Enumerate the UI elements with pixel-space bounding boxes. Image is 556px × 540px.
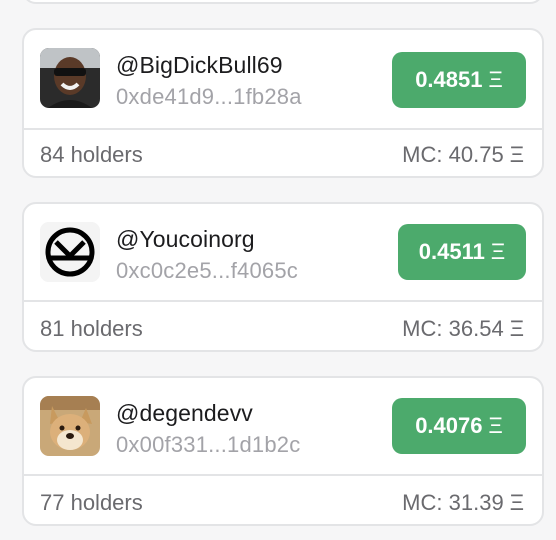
token-address[interactable]: 0xc0c2e5...f4065c bbox=[116, 258, 298, 284]
card-divider bbox=[24, 128, 542, 130]
holders-count: 77 holders bbox=[40, 490, 143, 515]
eth-icon: Ξ bbox=[490, 239, 506, 264]
price-value: 0.4076 bbox=[415, 413, 483, 438]
market-cap: MC: 36.54 Ξ bbox=[402, 316, 524, 342]
person-sunglasses-avatar bbox=[40, 48, 100, 108]
card-divider bbox=[24, 300, 542, 302]
market-cap: MC: 40.75 Ξ bbox=[402, 142, 524, 168]
youcoin-logo-avatar bbox=[40, 222, 100, 282]
token-address[interactable]: 0xde41d9...1fb28a bbox=[116, 84, 302, 110]
eth-icon: Ξ bbox=[488, 413, 503, 438]
buy-price-button[interactable]: 0.4511 Ξ bbox=[398, 224, 526, 280]
mc-value: 31.39 bbox=[448, 490, 504, 515]
token-handle[interactable]: @degendevv bbox=[116, 400, 253, 427]
mc-value: 36.54 bbox=[448, 316, 504, 341]
mc-value: 40.75 bbox=[448, 142, 504, 167]
mc-label: MC: bbox=[402, 490, 443, 515]
eth-icon: Ξ bbox=[509, 142, 524, 167]
token-card[interactable]: @degendevv 0x00f331...1d1b2c 0.4076 Ξ 77… bbox=[22, 376, 544, 526]
eth-icon: Ξ bbox=[509, 316, 524, 341]
token-card[interactable]: @Youcoinorg 0xc0c2e5...f4065c 0.4511 Ξ 8… bbox=[22, 202, 544, 352]
price-value: 0.4511 bbox=[418, 239, 485, 264]
holders-count: 81 holders bbox=[40, 316, 143, 341]
token-card-partial bbox=[22, 0, 544, 4]
buy-price-button[interactable]: 0.4851 Ξ bbox=[392, 52, 526, 108]
price-value: 0.4851 bbox=[415, 67, 483, 92]
card-divider bbox=[24, 474, 542, 476]
token-card[interactable]: @BigDickBull69 0xde41d9...1fb28a 0.4851 … bbox=[22, 28, 544, 178]
eth-icon: Ξ bbox=[488, 67, 503, 92]
mc-label: MC: bbox=[402, 142, 443, 167]
token-handle[interactable]: @Youcoinorg bbox=[116, 226, 255, 253]
token-handle[interactable]: @BigDickBull69 bbox=[116, 52, 283, 79]
buy-price-button[interactable]: 0.4076 Ξ bbox=[392, 398, 526, 454]
eth-icon: Ξ bbox=[509, 490, 524, 515]
holders-count: 84 holders bbox=[40, 142, 143, 167]
token-address[interactable]: 0x00f331...1d1b2c bbox=[116, 432, 300, 458]
mc-label: MC: bbox=[402, 316, 443, 341]
doge-avatar bbox=[40, 396, 100, 456]
market-cap: MC: 31.39 Ξ bbox=[402, 490, 524, 516]
